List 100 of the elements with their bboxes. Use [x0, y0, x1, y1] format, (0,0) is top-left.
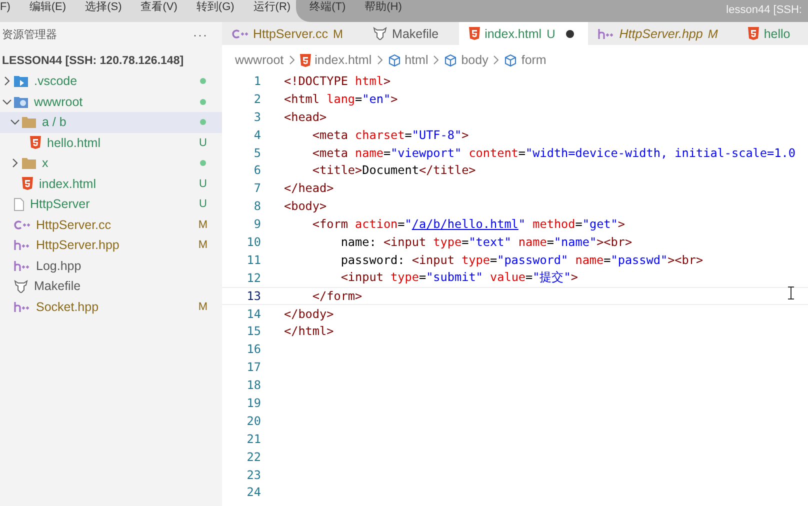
file-name: Socket.hpp — [36, 300, 100, 314]
file-name: index.html — [39, 176, 97, 191]
line-number: 13 — [246, 288, 261, 303]
cube-icon — [388, 54, 401, 66]
file-tree-item[interactable]: HttpServer.hpp M — [0, 235, 222, 256]
file-name: HttpServer.cc — [36, 218, 112, 232]
folder-tree-item[interactable]: wwwroot — [0, 92, 222, 112]
line-number: 18 — [246, 378, 261, 392]
code-line: <meta charset="UTF-8"> — [311, 128, 469, 142]
line-number: 5 — [252, 146, 261, 160]
gnu-head-icon — [14, 280, 28, 293]
breadcrumb[interactable]: body — [461, 53, 488, 67]
line-number: 22 — [246, 450, 261, 464]
html-file-icon — [300, 54, 311, 66]
menu-item[interactable]: 运行(R) — [253, 0, 291, 14]
breadcrumb[interactable]: wwwroot — [235, 53, 284, 67]
code-line: </html> — [284, 324, 334, 338]
git-status-label: M — [333, 26, 344, 40]
git-status-label: M — [708, 26, 718, 40]
file-tree-item[interactable]: HttpServer.cc M — [0, 214, 222, 235]
header-file-icon — [14, 260, 30, 271]
tab-label: HttpServer.hpp — [619, 26, 703, 40]
menu-item[interactable]: 查看(V) — [140, 0, 178, 14]
file-name: HttpServer — [30, 197, 91, 212]
code-line: <html lang="en"> — [284, 92, 398, 106]
folder-icon — [14, 75, 28, 88]
git-status-label: U — [198, 198, 208, 210]
line-number: 24 — [246, 485, 261, 500]
html-file-icon — [468, 27, 480, 40]
editor-tab[interactable]: index.html U — [458, 22, 588, 45]
line-number: 11 — [246, 252, 261, 267]
panel-title: 资源管理器 — [2, 28, 57, 42]
header-file-icon — [14, 240, 30, 250]
code-line: </body> — [284, 306, 334, 321]
search-text: lesson44 [SSH: — [726, 4, 802, 16]
chevron-right-icon — [2, 76, 12, 86]
code-line: <!DOCTYPE html> — [284, 74, 391, 88]
breadcrumb[interactable]: html — [404, 53, 428, 67]
line-number: 1 — [252, 74, 261, 88]
code-line: </head> — [284, 181, 334, 196]
cpp-file-icon — [232, 28, 248, 38]
menu-item[interactable]: 帮助(H) — [364, 0, 402, 14]
folder-tree-item[interactable]: x — [0, 153, 222, 174]
header-file-icon — [598, 28, 614, 38]
breadcrumb[interactable]: form — [521, 53, 546, 67]
line-number: 23 — [246, 468, 261, 482]
file-tree-item[interactable]: Socket.hpp M — [0, 296, 222, 317]
more-actions-button[interactable]: ··· — [193, 28, 208, 42]
tab-label: Makefile — [392, 26, 439, 40]
cpp-file-icon — [14, 220, 30, 230]
html-file-icon — [748, 27, 759, 40]
folder-icon — [22, 158, 36, 169]
editor-tab[interactable]: HttpServer.hpp M — [588, 22, 738, 45]
folder-tree-item[interactable]: a / b — [0, 112, 222, 132]
file-name: hello.html — [47, 136, 102, 150]
file-name: wwwroot — [34, 94, 84, 109]
file-tree-item[interactable]: index.html U — [0, 174, 222, 194]
editor-tab[interactable]: HttpServer.cc M — [222, 22, 364, 45]
git-status-label: M — [198, 218, 208, 231]
menu-item[interactable]: 转到(G) — [196, 0, 234, 14]
git-status-label: U — [198, 178, 208, 190]
chevron-right-icon — [288, 55, 296, 65]
line-number: 15 — [246, 324, 261, 338]
git-status-label: M — [198, 239, 208, 252]
header-file-icon — [14, 302, 30, 312]
line-number: 2 — [252, 92, 261, 106]
menu-item[interactable]: F) — [0, 0, 10, 14]
folder-tree-item[interactable]: .vscode — [0, 71, 222, 92]
line-number: 8 — [252, 199, 261, 214]
breadcrumb[interactable]: index.html — [314, 53, 372, 67]
file-tree-item[interactable]: HttpServer U — [0, 194, 222, 214]
git-status-label: U — [198, 136, 208, 149]
file-tree-item[interactable]: Log.hpp — [0, 256, 222, 276]
menu-item[interactable]: 选择(S) — [85, 0, 122, 14]
line-number: 4 — [252, 128, 261, 142]
chevron-right-icon — [376, 55, 384, 65]
workspace-title[interactable]: LESSON44 [SSH: 120.78.126.148] — [0, 46, 222, 71]
line-number: 3 — [252, 110, 261, 124]
file-icon — [14, 198, 24, 211]
menu-item[interactable]: 终端(T) — [310, 0, 346, 14]
chevron-down-icon — [2, 96, 12, 107]
menu-item[interactable]: 编辑(E) — [29, 0, 66, 14]
file-tree-item[interactable]: Makefile — [0, 276, 222, 296]
file-name: x — [42, 156, 50, 170]
gnu-head-icon — [373, 27, 388, 40]
line-number: 21 — [246, 432, 261, 446]
git-status-label: M — [198, 300, 208, 313]
text-cursor-icon — [787, 286, 795, 300]
folder-icon — [14, 96, 28, 108]
editor-tab[interactable]: Makefile — [363, 22, 459, 45]
line-number: 16 — [246, 342, 261, 356]
code-line: password: <input type="password" name="passwd"><br> — [340, 252, 704, 267]
file-name: Makefile — [34, 279, 82, 294]
folder-icon — [22, 116, 36, 128]
file-tree-item[interactable]: hello.html U — [0, 132, 222, 153]
line-number: 9 — [252, 217, 261, 232]
editor-tab[interactable]: hello — [738, 22, 808, 45]
file-name: Log.hpp — [36, 258, 82, 273]
code-line: <body> — [284, 199, 327, 214]
code-line: </form> — [311, 288, 362, 303]
